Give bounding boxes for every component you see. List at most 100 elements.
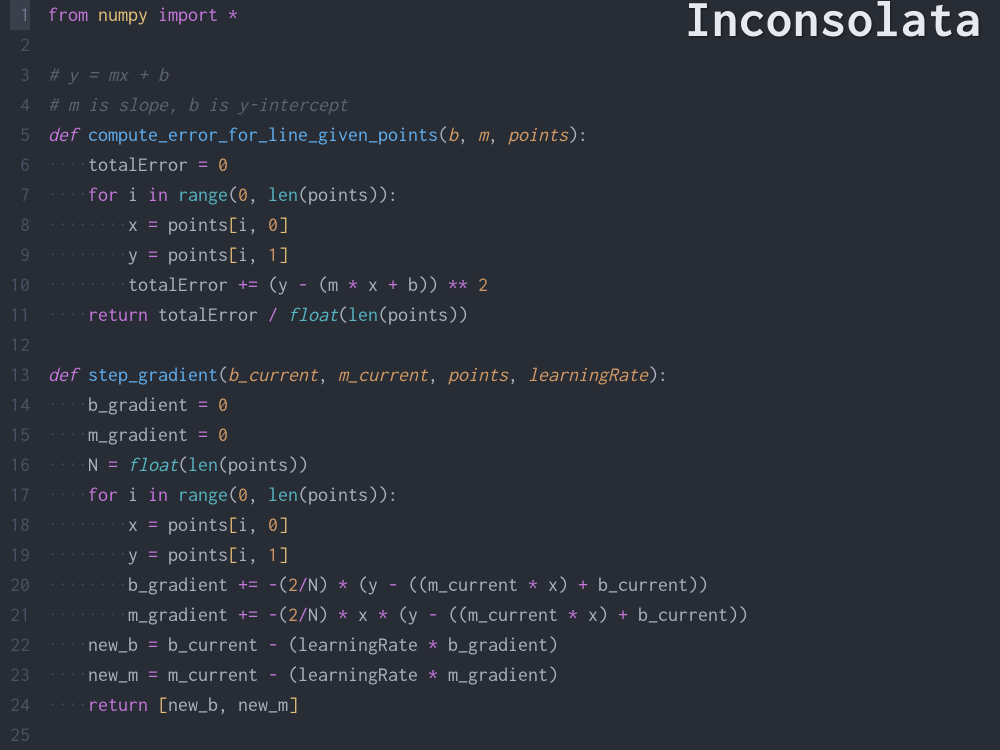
token-id: new_b, new_m bbox=[168, 694, 288, 715]
token-kw-it: def bbox=[48, 364, 78, 385]
token-num: 2 bbox=[288, 604, 298, 625]
code-line[interactable]: ····for i in range(0, len(points)): bbox=[48, 480, 1000, 510]
token-id: y bbox=[128, 244, 148, 265]
token-num: 0 bbox=[268, 514, 278, 535]
token-id: i, bbox=[238, 544, 268, 565]
token-ws: ········ bbox=[48, 574, 128, 595]
line-number: 13 bbox=[10, 360, 30, 390]
token-id bbox=[88, 4, 98, 25]
token-ws: ········ bbox=[48, 514, 128, 535]
token-punc: , bbox=[318, 364, 338, 385]
token-op: = bbox=[148, 664, 158, 685]
token-op: * bbox=[568, 604, 578, 625]
token-id: y bbox=[128, 544, 148, 565]
token-id bbox=[168, 484, 178, 505]
token-id: i bbox=[118, 484, 148, 505]
code-line[interactable]: ····b_gradient = 0 bbox=[48, 390, 1000, 420]
line-number: 16 bbox=[10, 450, 30, 480]
code-line[interactable]: ····totalError = 0 bbox=[48, 150, 1000, 180]
code-line[interactable] bbox=[48, 330, 1000, 360]
token-brack: [ bbox=[228, 544, 238, 565]
token-op: - bbox=[268, 604, 278, 625]
line-number: 24 bbox=[10, 690, 30, 720]
token-op: - bbox=[388, 574, 398, 595]
code-line[interactable]: ····N = float(len(points)) bbox=[48, 450, 1000, 480]
line-number: 12 bbox=[10, 330, 30, 360]
code-line[interactable]: ········y = points[i, 1] bbox=[48, 240, 1000, 270]
line-number: 3 bbox=[10, 60, 30, 90]
token-id: b_current bbox=[158, 634, 268, 655]
line-number: 10 bbox=[10, 270, 30, 300]
token-kw: for bbox=[88, 184, 118, 205]
code-line[interactable]: # m is slope, b is y-intercept bbox=[48, 90, 1000, 120]
token-op: = bbox=[108, 454, 118, 475]
token-id bbox=[208, 394, 218, 415]
token-id bbox=[258, 574, 268, 595]
code-line[interactable]: ····return [new_b, new_m] bbox=[48, 690, 1000, 720]
token-brack: ] bbox=[288, 694, 298, 715]
code-line[interactable]: ····return totalError / float(len(points… bbox=[48, 300, 1000, 330]
token-id: N) bbox=[308, 604, 338, 625]
code-area[interactable]: from numpy import *# y = mx + b# m is sl… bbox=[48, 0, 1000, 750]
token-op: / bbox=[298, 604, 308, 625]
code-line[interactable]: ········b_gradient += -(2/N) * (y - ((m_… bbox=[48, 570, 1000, 600]
code-line[interactable]: ········x = points[i, 0] bbox=[48, 510, 1000, 540]
line-number: 23 bbox=[10, 660, 30, 690]
code-line[interactable] bbox=[48, 720, 1000, 750]
token-op: + bbox=[388, 274, 398, 295]
token-ws: ········ bbox=[48, 604, 128, 625]
code-line[interactable]: ····new_b = b_current - (learningRate * … bbox=[48, 630, 1000, 660]
token-kw: import bbox=[158, 4, 218, 25]
token-punc: ( bbox=[178, 454, 188, 475]
token-punc: ( bbox=[278, 574, 288, 595]
token-num: 0 bbox=[218, 394, 228, 415]
code-line[interactable]: def step_gradient(b_current, m_current, … bbox=[48, 360, 1000, 390]
token-id: points bbox=[158, 514, 228, 535]
token-ws: ···· bbox=[48, 184, 88, 205]
token-fn: step_gradient bbox=[88, 364, 218, 385]
token-id bbox=[168, 184, 178, 205]
token-id bbox=[278, 304, 288, 325]
token-num: 0 bbox=[238, 484, 248, 505]
token-op: - bbox=[268, 664, 278, 685]
code-line[interactable]: ········totalError += (y - (m * x + b)) … bbox=[48, 270, 1000, 300]
token-punc: , bbox=[248, 484, 268, 505]
code-line[interactable]: ········y = points[i, 1] bbox=[48, 540, 1000, 570]
line-number: 18 bbox=[10, 510, 30, 540]
token-punc: ( bbox=[278, 604, 288, 625]
token-num: 0 bbox=[268, 214, 278, 235]
token-op: - bbox=[268, 634, 278, 655]
token-brack: ] bbox=[278, 214, 288, 235]
code-line[interactable]: ····m_gradient = 0 bbox=[48, 420, 1000, 450]
code-line[interactable]: ····new_m = m_current - (learningRate * … bbox=[48, 660, 1000, 690]
token-id: x) bbox=[578, 604, 618, 625]
line-number: 11 bbox=[10, 300, 30, 330]
token-call: len bbox=[188, 454, 218, 475]
token-id: x) bbox=[538, 574, 578, 595]
token-id: (learningRate bbox=[278, 634, 428, 655]
code-line[interactable]: # y = mx + b bbox=[48, 60, 1000, 90]
token-param: b_current bbox=[228, 364, 318, 385]
line-number: 1 bbox=[10, 0, 30, 30]
code-line[interactable]: ········x = points[i, 0] bbox=[48, 210, 1000, 240]
token-id: totalError bbox=[148, 304, 268, 325]
token-kw: in bbox=[148, 484, 168, 505]
code-line[interactable]: ····for i in range(0, len(points)): bbox=[48, 180, 1000, 210]
token-id bbox=[208, 154, 218, 175]
token-punc: (points)): bbox=[298, 184, 398, 205]
token-id: (m bbox=[308, 274, 348, 295]
code-line[interactable]: ········m_gradient += -(2/N) * x * (y - … bbox=[48, 600, 1000, 630]
token-ws: ···· bbox=[48, 694, 88, 715]
token-punc: ( bbox=[218, 364, 228, 385]
token-id: m_gradient bbox=[128, 604, 238, 625]
code-editor[interactable]: 1234567891011121314151617181920212223242… bbox=[0, 0, 1000, 750]
token-ws: ···· bbox=[48, 304, 88, 325]
token-op: + bbox=[618, 604, 628, 625]
token-op: / bbox=[268, 304, 278, 325]
code-line[interactable]: def compute_error_for_line_given_points(… bbox=[48, 120, 1000, 150]
token-call: range bbox=[178, 184, 228, 205]
token-id: b_gradient) bbox=[438, 634, 558, 655]
token-op: * bbox=[378, 604, 388, 625]
token-num: 0 bbox=[238, 184, 248, 205]
token-op: = bbox=[198, 394, 208, 415]
